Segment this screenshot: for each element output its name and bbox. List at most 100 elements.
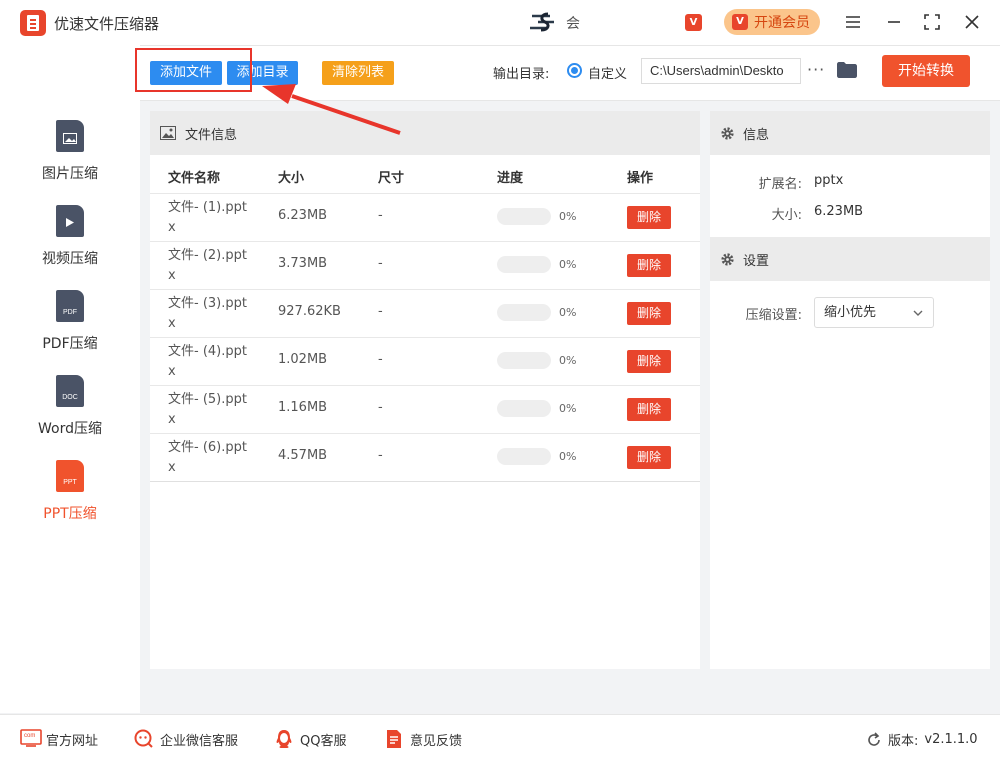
menu-icon[interactable] — [841, 10, 865, 34]
file-panel-header: 文件信息 — [150, 111, 700, 155]
sidebar-item-video[interactable]: 视频压缩 — [0, 205, 140, 275]
vip-icon[interactable]: V — [685, 14, 702, 31]
wechat-service-label: 企业微信客服 — [160, 733, 239, 749]
file-dim: - — [378, 448, 383, 463]
annotation-highlight-box — [135, 48, 252, 92]
app-logo-icon — [20, 10, 46, 36]
file-dim: - — [378, 208, 383, 223]
info-panel: 信息 扩展名: pptx 大小: 6.23MB 设置 压缩设置: 缩小优先 — [710, 111, 990, 669]
qq-icon — [276, 730, 292, 748]
progress-text: 0% — [559, 210, 577, 223]
output-path-input[interactable]: C:\Users\admin\Deskto — [641, 58, 801, 84]
delete-button[interactable]: 删除 — [627, 398, 671, 421]
website-label: 官方网址 — [46, 733, 99, 749]
custom-radio-label[interactable]: 自定义 — [588, 63, 627, 82]
title-bar: 优速文件压缩器 会 V V 开通会员 — [0, 0, 1000, 45]
pdf-file-icon: PDF — [56, 290, 84, 322]
sidebar-item-label: PPT压缩 — [43, 506, 97, 522]
feedback-icon — [387, 730, 401, 748]
info-panel-header: 信息 — [710, 111, 990, 155]
refresh-icon — [868, 731, 880, 746]
qq-service-link[interactable]: QQ客服 — [274, 729, 346, 749]
sidebar-item-image[interactable]: 图片压缩 — [0, 120, 140, 190]
file-size: 927.62KB — [278, 304, 341, 319]
settings-panel-title: 设置 — [743, 253, 770, 269]
col-name: 文件名称 — [168, 171, 221, 186]
sidebar-item-word[interactable]: DOC Word压缩 — [0, 375, 140, 445]
video-file-icon — [56, 205, 84, 237]
close-icon[interactable] — [960, 10, 984, 34]
delete-button[interactable]: 删除 — [627, 302, 671, 325]
file-list-panel: 文件信息 文件名称 大小 尺寸 进度 操作 文件- (1).pptx 6.23M… — [150, 111, 700, 669]
sidebar: 图片压缩 视频压缩 PDF PDF压缩 DOC Word压缩 PPT PPT压缩 — [0, 45, 140, 713]
file-name: 文件- (5).pptx — [168, 392, 247, 427]
file-type-tag: PPT — [63, 479, 77, 486]
table-row[interactable]: 文件- (2).pptx 3.73MB - 0% 删除 — [150, 241, 700, 289]
file-name: 文件- (1).pptx — [168, 200, 247, 235]
file-size: 4.57MB — [278, 448, 328, 463]
image-file-icon — [56, 120, 84, 152]
sidebar-item-ppt[interactable]: PPT PPT压缩 — [0, 460, 140, 530]
progress-text: 0% — [559, 450, 577, 463]
folder-icon[interactable] — [837, 62, 857, 78]
file-type-tag: DOC — [62, 394, 78, 401]
qq-service-label: QQ客服 — [300, 733, 347, 749]
vip-button[interactable]: V 开通会员 — [724, 9, 820, 35]
delete-button[interactable]: 删除 — [627, 254, 671, 277]
start-convert-button[interactable]: 开始转换 — [882, 55, 970, 87]
extension-value: pptx — [814, 173, 844, 188]
progress-text: 0% — [559, 258, 577, 271]
progress-bar — [497, 208, 551, 225]
extension-label: 扩展名: — [758, 177, 802, 192]
version-info[interactable]: 版本: v2.1.1.0 — [866, 730, 978, 749]
progress-text: 0% — [559, 306, 577, 319]
vip-badge-icon: V — [732, 14, 748, 30]
size-label: 大小: — [771, 208, 802, 223]
sidebar-item-label: 视频压缩 — [42, 251, 98, 267]
file-type-tag: PDF — [63, 309, 77, 316]
progress-text: 0% — [559, 402, 577, 415]
custom-radio[interactable] — [567, 63, 582, 78]
table-row[interactable]: 文件- (5).pptx 1.16MB - 0% 删除 — [150, 385, 700, 433]
compress-setting-value: 缩小优先 — [824, 305, 877, 320]
sidebar-item-label: Word压缩 — [38, 421, 102, 437]
compress-setting-select[interactable]: 缩小优先 — [814, 297, 934, 328]
wechat-service-link[interactable]: 企业微信客服 — [134, 729, 238, 749]
table-row[interactable]: 文件- (6).pptx 4.57MB - 0% 删除 — [150, 433, 700, 481]
size-value: 6.23MB — [814, 204, 864, 219]
sidebar-item-label: PDF压缩 — [42, 336, 98, 352]
progress-bar — [497, 304, 551, 321]
delete-button[interactable]: 删除 — [627, 206, 671, 229]
table-bottom-border — [150, 481, 700, 482]
file-name: 文件- (6).pptx — [168, 440, 247, 475]
gear-icon — [721, 252, 734, 266]
progress-bar — [497, 352, 551, 369]
sidebar-item-pdf[interactable]: PDF PDF压缩 — [0, 290, 140, 360]
image-icon — [160, 126, 176, 140]
info-panel-title: 信息 — [743, 127, 770, 143]
file-panel-title: 文件信息 — [185, 127, 238, 143]
gear-icon — [721, 126, 734, 140]
progress-bar — [497, 256, 551, 273]
file-dim: - — [378, 352, 383, 367]
more-options-button[interactable]: ··· — [807, 60, 825, 79]
file-size: 1.16MB — [278, 400, 328, 415]
maximize-icon[interactable] — [920, 10, 944, 34]
progress-bar — [497, 400, 551, 417]
table-row[interactable]: 文件- (3).pptx 927.62KB - 0% 删除 — [150, 289, 700, 337]
website-link[interactable]: com 官方网址 — [20, 729, 98, 749]
file-size: 6.23MB — [278, 208, 328, 223]
feedback-label: 意见反馈 — [410, 733, 463, 749]
delete-button[interactable]: 删除 — [627, 446, 671, 469]
table-row[interactable]: 文件- (1).pptx 6.23MB - 0% 删除 — [150, 193, 700, 241]
feedback-link[interactable]: 意见反馈 — [384, 729, 462, 749]
delete-button[interactable]: 删除 — [627, 350, 671, 373]
file-size: 3.73MB — [278, 256, 328, 271]
minimize-icon[interactable] — [882, 10, 906, 34]
clear-list-button[interactable]: 清除列表 — [322, 61, 394, 85]
file-name: 文件- (4).pptx — [168, 344, 247, 379]
ppt-file-icon: PPT — [56, 460, 84, 492]
col-progress: 进度 — [497, 171, 524, 186]
table-row[interactable]: 文件- (4).pptx 1.02MB - 0% 删除 — [150, 337, 700, 385]
compress-setting-label: 压缩设置: — [745, 308, 802, 323]
